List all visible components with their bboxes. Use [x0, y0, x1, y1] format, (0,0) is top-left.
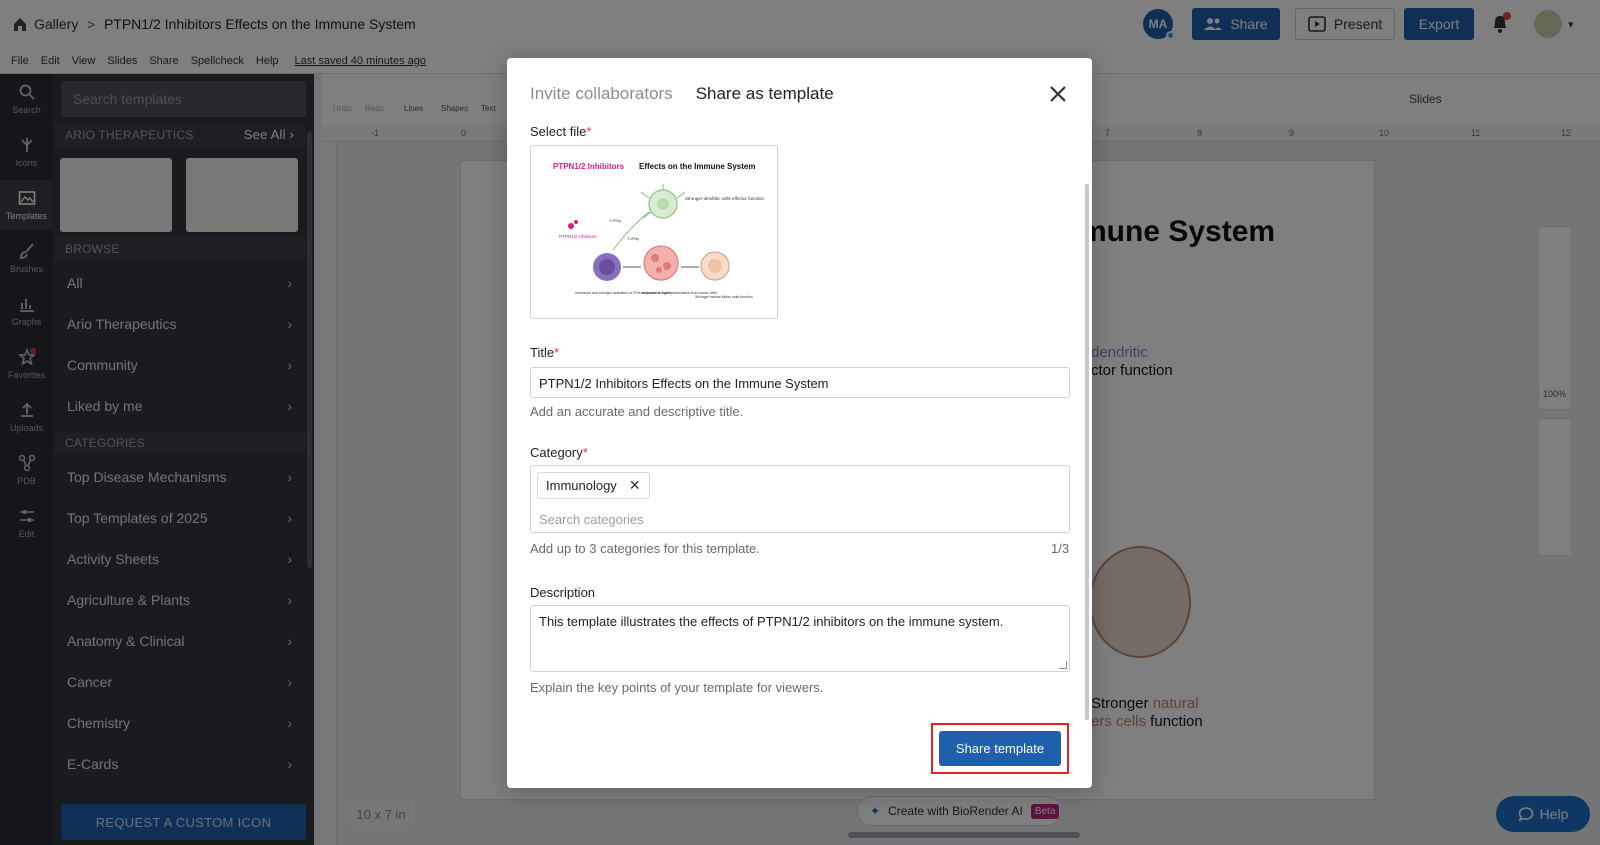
description-text: This template illustrates the effects of…: [539, 614, 1004, 629]
modal-tabs: Invite collaborators Share as template: [530, 84, 834, 104]
search-categories-input[interactable]: Search categories: [539, 512, 644, 527]
category-chip-label: Immunology: [546, 478, 617, 493]
share-modal: Invite collaborators Share as template S…: [507, 58, 1092, 788]
preview-label-top: Stronger dendritic cells effector functi…: [685, 196, 764, 201]
share-template-button[interactable]: Share template: [939, 731, 1061, 766]
preview-label-ifn1: T-IFNy: [609, 218, 621, 223]
preview-caption-right: Stronger natural killers cells function: [695, 295, 753, 299]
modal-scrollbar[interactable]: [1085, 184, 1089, 720]
title-hint: Add an accurate and descriptive title.: [530, 404, 744, 419]
preview-label-inhibitors: PTPN1/2 inhibitors: [559, 234, 597, 239]
category-label: Category*: [530, 445, 588, 460]
description-textarea[interactable]: This template illustrates the effects of…: [530, 605, 1070, 672]
category-counter: 1/3: [1051, 541, 1070, 556]
preview-title-rest: Effects on the Immune System: [639, 162, 755, 171]
tab-invite-collaborators[interactable]: Invite collaborators: [530, 84, 673, 104]
tumor-cell: [643, 245, 679, 281]
select-file-label: Select file*: [530, 124, 592, 139]
preview-label-ifn2: T-IFNy: [627, 236, 639, 241]
description-label: Description: [530, 585, 596, 600]
category-field[interactable]: Immunology ✕ Search categories: [530, 465, 1070, 533]
preview-title-pink: PTPN1/2 Inhibitors: [553, 162, 625, 171]
remove-category-icon[interactable]: ✕: [629, 477, 641, 494]
tab-share-as-template[interactable]: Share as template: [696, 84, 834, 104]
title-label: Title*: [530, 345, 560, 360]
resize-handle[interactable]: [1059, 661, 1067, 669]
description-hint: Explain the key points of your template …: [530, 680, 824, 695]
file-preview-thumbnail[interactable]: PTPN1/2 Inhibitors Effects on the Immune…: [530, 145, 778, 319]
category-hint: Add up to 3 categories for this template…: [530, 541, 760, 556]
title-input[interactable]: PTPN1/2 Inhibitors Effects on the Immune…: [530, 367, 1070, 398]
preview-illustration: PTPN1/2 Inhibitors Effects on the Immune…: [553, 162, 764, 299]
close-icon[interactable]: [1047, 83, 1069, 105]
category-chip: Immunology ✕: [537, 472, 650, 499]
